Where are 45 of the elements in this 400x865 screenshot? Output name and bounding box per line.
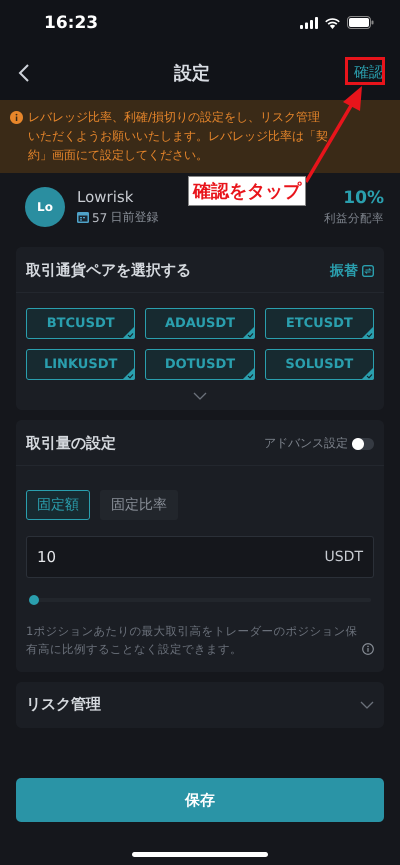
pair-chip[interactable]: ETCUSDT [264,308,374,339]
highlight-frame [345,57,385,85]
section-title: 取引通貨ペアを選択する [26,261,191,280]
switch-button[interactable]: 振替 [330,262,374,280]
days-count: 57 [92,210,108,224]
check-icon [242,367,255,380]
section-title: 取引量の設定 [26,434,116,453]
status-time: 16:23 [44,12,98,32]
signal-icon [300,16,318,28]
pair-chip[interactable]: DOTUSDT [145,349,255,380]
profit-share-value: 10% [343,188,384,208]
info-icon[interactable] [362,643,374,655]
check-icon [122,367,136,380]
check-icon [361,367,374,380]
check-icon [122,326,136,339]
chevron-down-icon [360,700,374,708]
notice-text: レバレッジ比率、利確/損切りの設定をし、リスク管理いただくようお願いいたします。レバレッジ比率は「契約」画面にて設定してください。 [28,109,328,164]
check-icon [361,326,374,339]
page-title: 設定 [174,62,210,84]
profit-share-label: 利益分配率 [324,211,384,226]
chevron-down-icon[interactable] [193,392,207,400]
amount-slider[interactable] [29,595,371,605]
check-icon [242,326,255,339]
wifi-icon [324,16,341,28]
mode-tab[interactable]: 固定額 [26,490,90,520]
help-text: 1ポジションあたりの最大取引高をトレーダーのポジション保有高に比例することなく設定できます。 [26,623,358,658]
advanced-label: アドバンス設定 [264,435,348,452]
annotation-label: 確認をタップ [188,176,306,206]
swap-icon [362,264,374,276]
section-title: リスク管理 [26,695,101,714]
risk-row[interactable]: リスク管理 [16,682,384,728]
advanced-toggle[interactable] [352,438,374,450]
pair-chip[interactable]: LINKUSDT [26,349,136,380]
avatar: Lo [25,187,65,227]
save-button[interactable]: 保存 [16,778,384,822]
info-icon [10,111,23,124]
calendar-icon [77,212,89,223]
trader-name: Lowrisk [77,188,134,206]
mode-tab[interactable]: 固定比率 [100,490,178,520]
registered-label: 日前登録 [110,209,158,226]
pair-chip[interactable]: BTCUSDT [26,308,136,339]
pair-chip[interactable]: SOLUSDT [264,349,374,380]
pair-chip[interactable]: ADAUSDT [145,308,255,339]
battery-icon [347,16,374,29]
amount-field[interactable]: 10 USDT [26,536,374,578]
